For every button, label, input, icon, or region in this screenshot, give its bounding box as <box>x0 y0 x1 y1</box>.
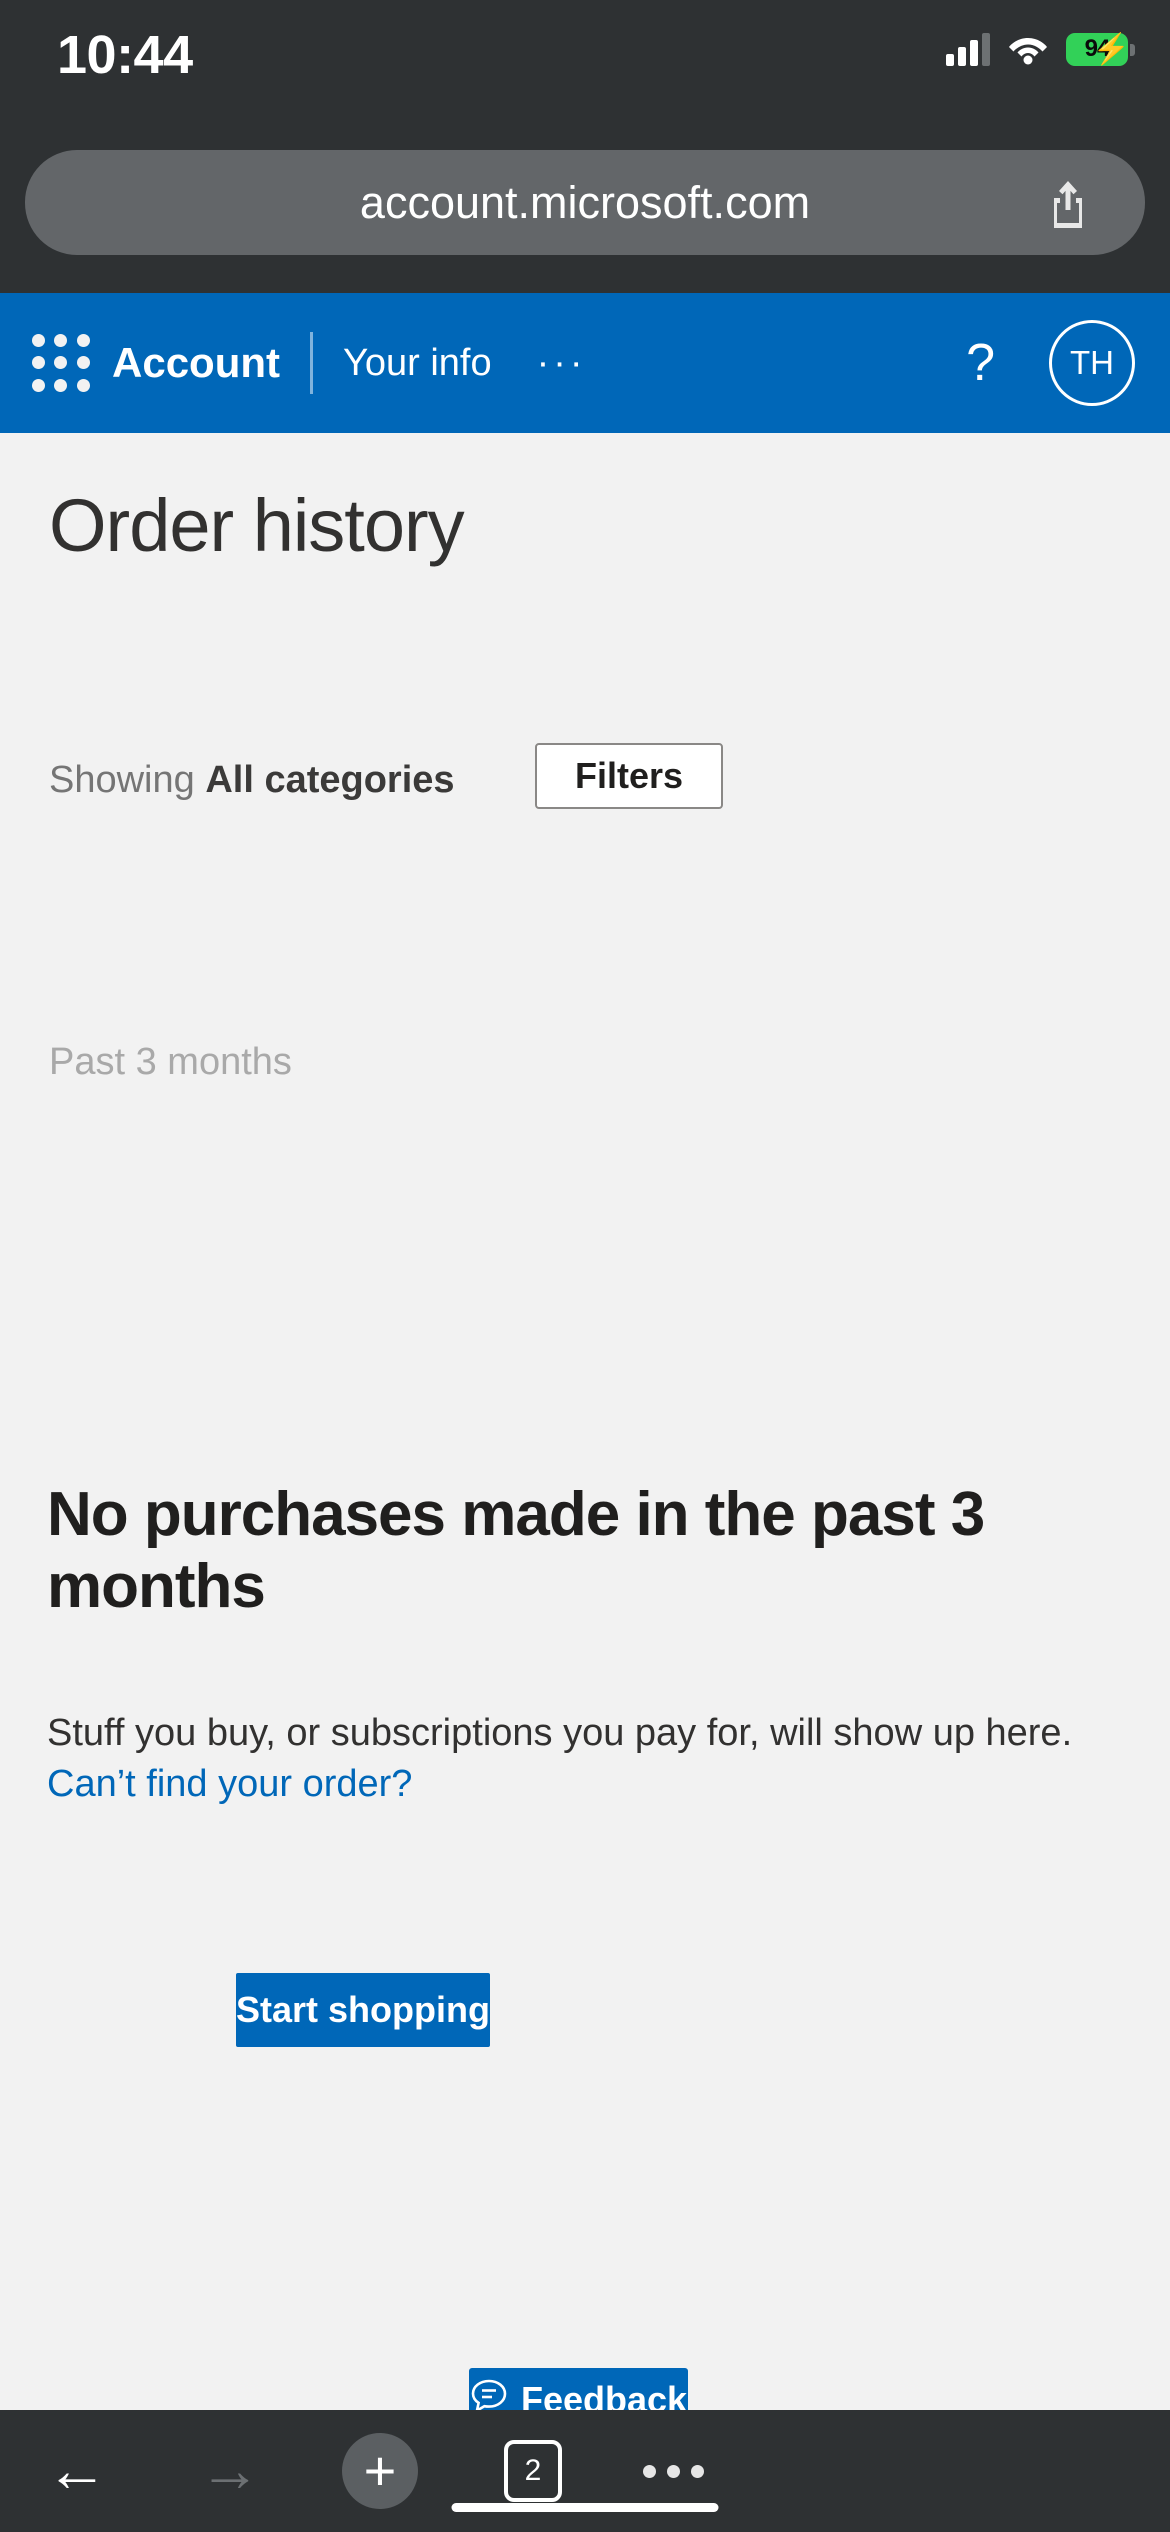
showing-value: All categories <box>205 759 455 801</box>
help-icon[interactable]: ? <box>966 333 995 393</box>
avatar[interactable]: TH <box>1049 320 1135 406</box>
battery-cap <box>1130 43 1135 56</box>
url-bar[interactable]: account.microsoft.com <box>25 150 1145 255</box>
page-content: Order history Showing All categories Fil… <box>0 433 1170 2432</box>
status-indicators: 94 ⚡ <box>946 32 1135 66</box>
back-arrow-icon: ← <box>46 2436 108 2505</box>
app-launcher-icon[interactable] <box>32 334 90 392</box>
brand-title[interactable]: Account <box>112 339 280 387</box>
browser-url-bar-container: account.microsoft.com <box>0 150 1170 255</box>
charging-bolt-icon: ⚡ <box>1092 32 1130 66</box>
tab-count-badge: 2 <box>504 2440 562 2502</box>
start-shopping-button[interactable]: Start shopping <box>236 1973 490 2047</box>
nav-item-your-info[interactable]: Your info <box>343 342 492 385</box>
empty-state-body: Stuff you buy, or subscriptions you pay … <box>47 1708 1127 1811</box>
new-tab-button[interactable]: + <box>325 2410 435 2532</box>
empty-state-body-text: Stuff you buy, or subscriptions you pay … <box>47 1712 1073 1754</box>
page-title: Order history <box>49 484 465 567</box>
more-menu-button[interactable] <box>618 2410 728 2532</box>
filters-button[interactable]: Filters <box>535 743 723 809</box>
share-icon[interactable] <box>1046 178 1090 230</box>
ellipsis-icon <box>642 2464 704 2478</box>
status-time: 10:44 <box>57 25 193 85</box>
showing-row: Showing All categories Filters <box>49 743 723 809</box>
forward-button[interactable]: → <box>175 2410 285 2532</box>
date-range-label: Past 3 months <box>49 1041 292 1083</box>
home-indicator <box>451 2503 719 2512</box>
header-divider <box>310 332 313 394</box>
phone-screen: 10:44 94 ⚡ account.microsoft.com Account… <box>0 0 1170 2532</box>
nav-overflow-icon[interactable]: ··· <box>537 342 587 385</box>
site-header: Account Your info ··· ? TH <box>0 293 1170 433</box>
browser-bottom-toolbar: ← → + 2 <box>0 2410 1170 2532</box>
cant-find-order-link[interactable]: Can’t find your order? <box>47 1763 412 1805</box>
empty-state-heading: No purchases made in the past 3 months <box>47 1480 985 1621</box>
url-text: account.microsoft.com <box>359 176 811 228</box>
forward-arrow-icon: → <box>199 2436 261 2505</box>
cellular-signal-icon <box>946 32 990 66</box>
plus-icon: + <box>342 2433 418 2509</box>
battery-icon: 94 ⚡ <box>1066 32 1135 66</box>
showing-prefix: Showing <box>49 759 206 801</box>
wifi-icon <box>1008 33 1048 65</box>
status-bar: 10:44 94 ⚡ <box>0 0 1170 112</box>
tabs-button[interactable]: 2 <box>478 2410 588 2532</box>
back-button[interactable]: ← <box>22 2410 132 2532</box>
